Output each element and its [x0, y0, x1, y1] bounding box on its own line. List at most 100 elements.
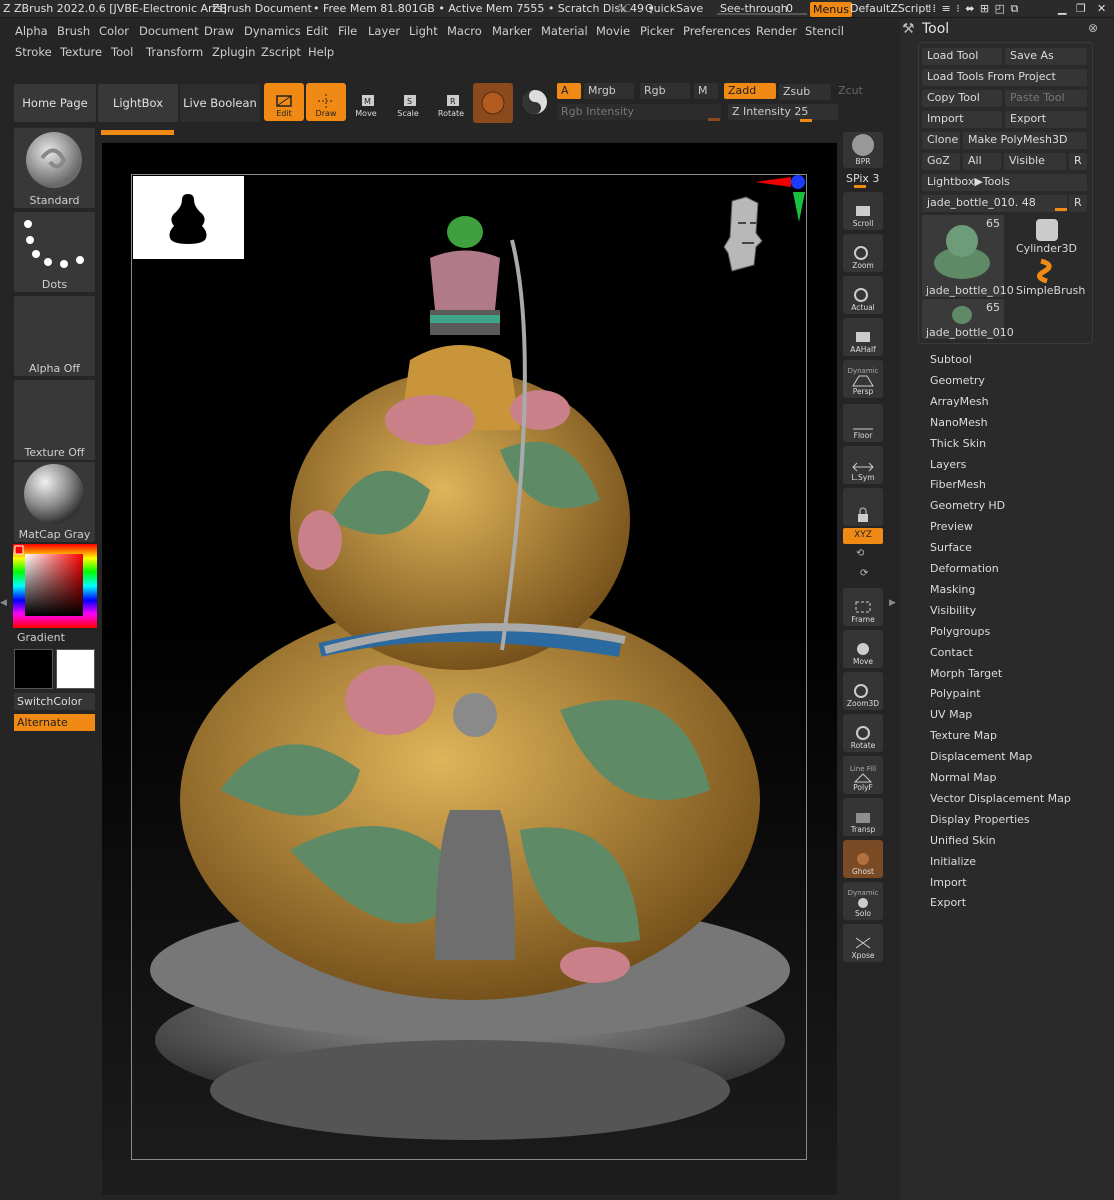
menu-zplugin[interactable]: Zplugin: [212, 45, 255, 59]
secondary-color-swatch[interactable]: [56, 649, 95, 689]
menu-macro[interactable]: Macro: [447, 24, 482, 38]
menu-layer[interactable]: Layer: [368, 24, 400, 38]
subpalette-morph-target[interactable]: Morph Target: [930, 667, 1002, 680]
draw-button[interactable]: Draw: [306, 83, 346, 121]
subpalette-deformation[interactable]: Deformation: [930, 562, 999, 575]
lightbox-tab[interactable]: LightBox: [98, 84, 178, 122]
spix-slider[interactable]: SPix 3: [846, 172, 879, 185]
menu-light[interactable]: Light: [409, 24, 438, 38]
xpose-button[interactable]: Xpose: [843, 924, 883, 962]
rgb-intensity-slider[interactable]: Rgb Intensity: [557, 104, 721, 120]
home-page-tab[interactable]: Home Page: [14, 84, 96, 122]
scroll-button[interactable]: Scroll: [843, 192, 883, 230]
subpalette-thick-skin[interactable]: Thick Skin: [930, 437, 986, 450]
rotate-view-button[interactable]: Rotate: [843, 714, 883, 752]
subpalette-masking[interactable]: Masking: [930, 583, 975, 596]
make-polymesh3d-button[interactable]: Make PolyMesh3D: [963, 132, 1087, 149]
minimize-icon[interactable]: ▁: [1058, 2, 1066, 15]
brush-selector[interactable]: Standard: [14, 128, 95, 208]
subpalette-import[interactable]: Import: [930, 876, 967, 889]
gradient-label[interactable]: Gradient: [17, 631, 65, 644]
close-icon[interactable]: ✕: [1097, 2, 1106, 15]
alternate-button[interactable]: Alternate: [14, 714, 95, 731]
subpalette-nanomesh[interactable]: NanoMesh: [930, 416, 988, 429]
subpalette-arraymesh[interactable]: ArrayMesh: [930, 395, 989, 408]
menu-marker[interactable]: Marker: [492, 24, 532, 38]
menu-movie[interactable]: Movie: [596, 24, 630, 38]
actual-button[interactable]: Actual: [843, 276, 883, 314]
xyz-button[interactable]: XYZ: [843, 528, 883, 544]
jade-bottle-model[interactable]: [140, 210, 800, 1150]
menu-dynamics[interactable]: Dynamics: [244, 24, 301, 38]
subpalette-normal-map[interactable]: Normal Map: [930, 771, 997, 784]
subpalette-texture-map[interactable]: Texture Map: [930, 729, 997, 742]
goz-visible-button[interactable]: Visible: [1004, 153, 1066, 170]
menu-zscript[interactable]: Zscript: [261, 45, 301, 59]
menu-texture[interactable]: Texture: [60, 45, 102, 59]
menu-file[interactable]: File: [338, 24, 357, 38]
color-picker-gradient[interactable]: [13, 544, 97, 628]
menu-stroke[interactable]: Stroke: [15, 45, 52, 59]
primary-color-swatch[interactable]: [14, 649, 53, 689]
bpr-button[interactable]: BPR: [843, 132, 883, 168]
color-picker[interactable]: [13, 544, 97, 628]
export-button[interactable]: Export: [1005, 111, 1087, 128]
zoom-button[interactable]: Zoom: [843, 234, 883, 272]
menu-draw[interactable]: Draw: [204, 24, 234, 38]
restore-icon[interactable]: ❐: [1076, 2, 1086, 15]
rgb-intensity-handle[interactable]: [708, 118, 720, 121]
layout-icons[interactable]: ⁞⁞ ≡ ⁝ ⬌ ⊞ ◰ ⧉: [928, 2, 1019, 16]
material-swatch-button[interactable]: [473, 83, 513, 123]
tool-palette-title[interactable]: Tool: [922, 21, 949, 37]
stroke-selector[interactable]: Dots: [14, 212, 95, 292]
polyf-button[interactable]: Line Fill PolyF: [843, 756, 883, 794]
subpalette-preview[interactable]: Preview: [930, 520, 973, 533]
menu-alpha[interactable]: Alpha: [15, 24, 48, 38]
rotate-button[interactable]: R Rotate: [431, 83, 471, 121]
menu-material[interactable]: Material: [541, 24, 588, 38]
rotate-y-icon[interactable]: ⟲: [856, 548, 864, 559]
subpalette-surface[interactable]: Surface: [930, 541, 972, 554]
subpalette-polypaint[interactable]: Polypaint: [930, 687, 981, 700]
subpalette-fibermesh[interactable]: FiberMesh: [930, 478, 986, 491]
persp-button[interactable]: Dynamic Persp: [843, 360, 883, 398]
lightbox-tools-button[interactable]: Lightbox▶Tools: [922, 174, 1087, 191]
subpalette-subtool[interactable]: Subtool: [930, 353, 972, 366]
subpalette-geometry[interactable]: Geometry: [930, 374, 985, 387]
left-tray-arrow-icon[interactable]: ◀: [0, 598, 7, 612]
tool-slider-handle[interactable]: [1055, 208, 1067, 211]
tool-slider-r-button[interactable]: R: [1069, 195, 1087, 212]
lsym-button[interactable]: L.Sym: [843, 446, 883, 484]
subpalette-visibility[interactable]: Visibility: [930, 604, 976, 617]
edit-button[interactable]: Edit: [264, 83, 304, 121]
lock-button[interactable]: [843, 488, 883, 526]
tool-thumb-simplebrush[interactable]: SimpleBrush: [1006, 257, 1088, 297]
live-boolean-tab[interactable]: Live Boolean: [180, 84, 260, 122]
load-tools-from-project-button[interactable]: Load Tools From Project: [922, 69, 1087, 86]
zadd-button[interactable]: Zadd: [724, 83, 776, 99]
subpalette-geometry-hd[interactable]: Geometry HD: [930, 499, 1005, 512]
default-zscript-button[interactable]: DefaultZScript: [850, 2, 930, 15]
pin-icon[interactable]: ⊗: [1088, 21, 1098, 35]
import-button[interactable]: Import: [922, 111, 1002, 128]
zoom3d-button[interactable]: Zoom3D: [843, 672, 883, 710]
solo-button[interactable]: Dynamic Solo: [843, 882, 883, 920]
alpha-selector[interactable]: Alpha Off: [14, 296, 95, 376]
tool-thumb-jade-bottle[interactable]: 65 jade_bottle_010: [922, 215, 1014, 297]
menu-edit[interactable]: Edit: [306, 24, 328, 38]
menu-preferences[interactable]: Preferences: [683, 24, 751, 38]
tool-thumb-cylinder3d[interactable]: Cylinder3D: [1006, 215, 1088, 255]
scale-button[interactable]: S Scale: [388, 83, 428, 121]
material-selector[interactable]: MatCap Gray: [14, 462, 95, 542]
switch-color-button[interactable]: SwitchColor: [14, 693, 95, 710]
subpalette-contact[interactable]: Contact: [930, 646, 973, 659]
menus-button[interactable]: Menus: [810, 2, 852, 17]
quicksave-button[interactable]: QuickSave: [645, 2, 703, 15]
move-view-button[interactable]: Move: [843, 630, 883, 668]
right-tray-arrow-icon[interactable]: ▶: [889, 598, 896, 612]
paste-tool-button[interactable]: Paste Tool: [1005, 90, 1087, 107]
subpalette-unified-skin[interactable]: Unified Skin: [930, 834, 996, 847]
menu-document[interactable]: Document: [139, 24, 199, 38]
tool-thumb-jade-bottle-small[interactable]: 65 jade_bottle_010: [922, 299, 1014, 339]
subpalette-layers[interactable]: Layers: [930, 458, 966, 471]
